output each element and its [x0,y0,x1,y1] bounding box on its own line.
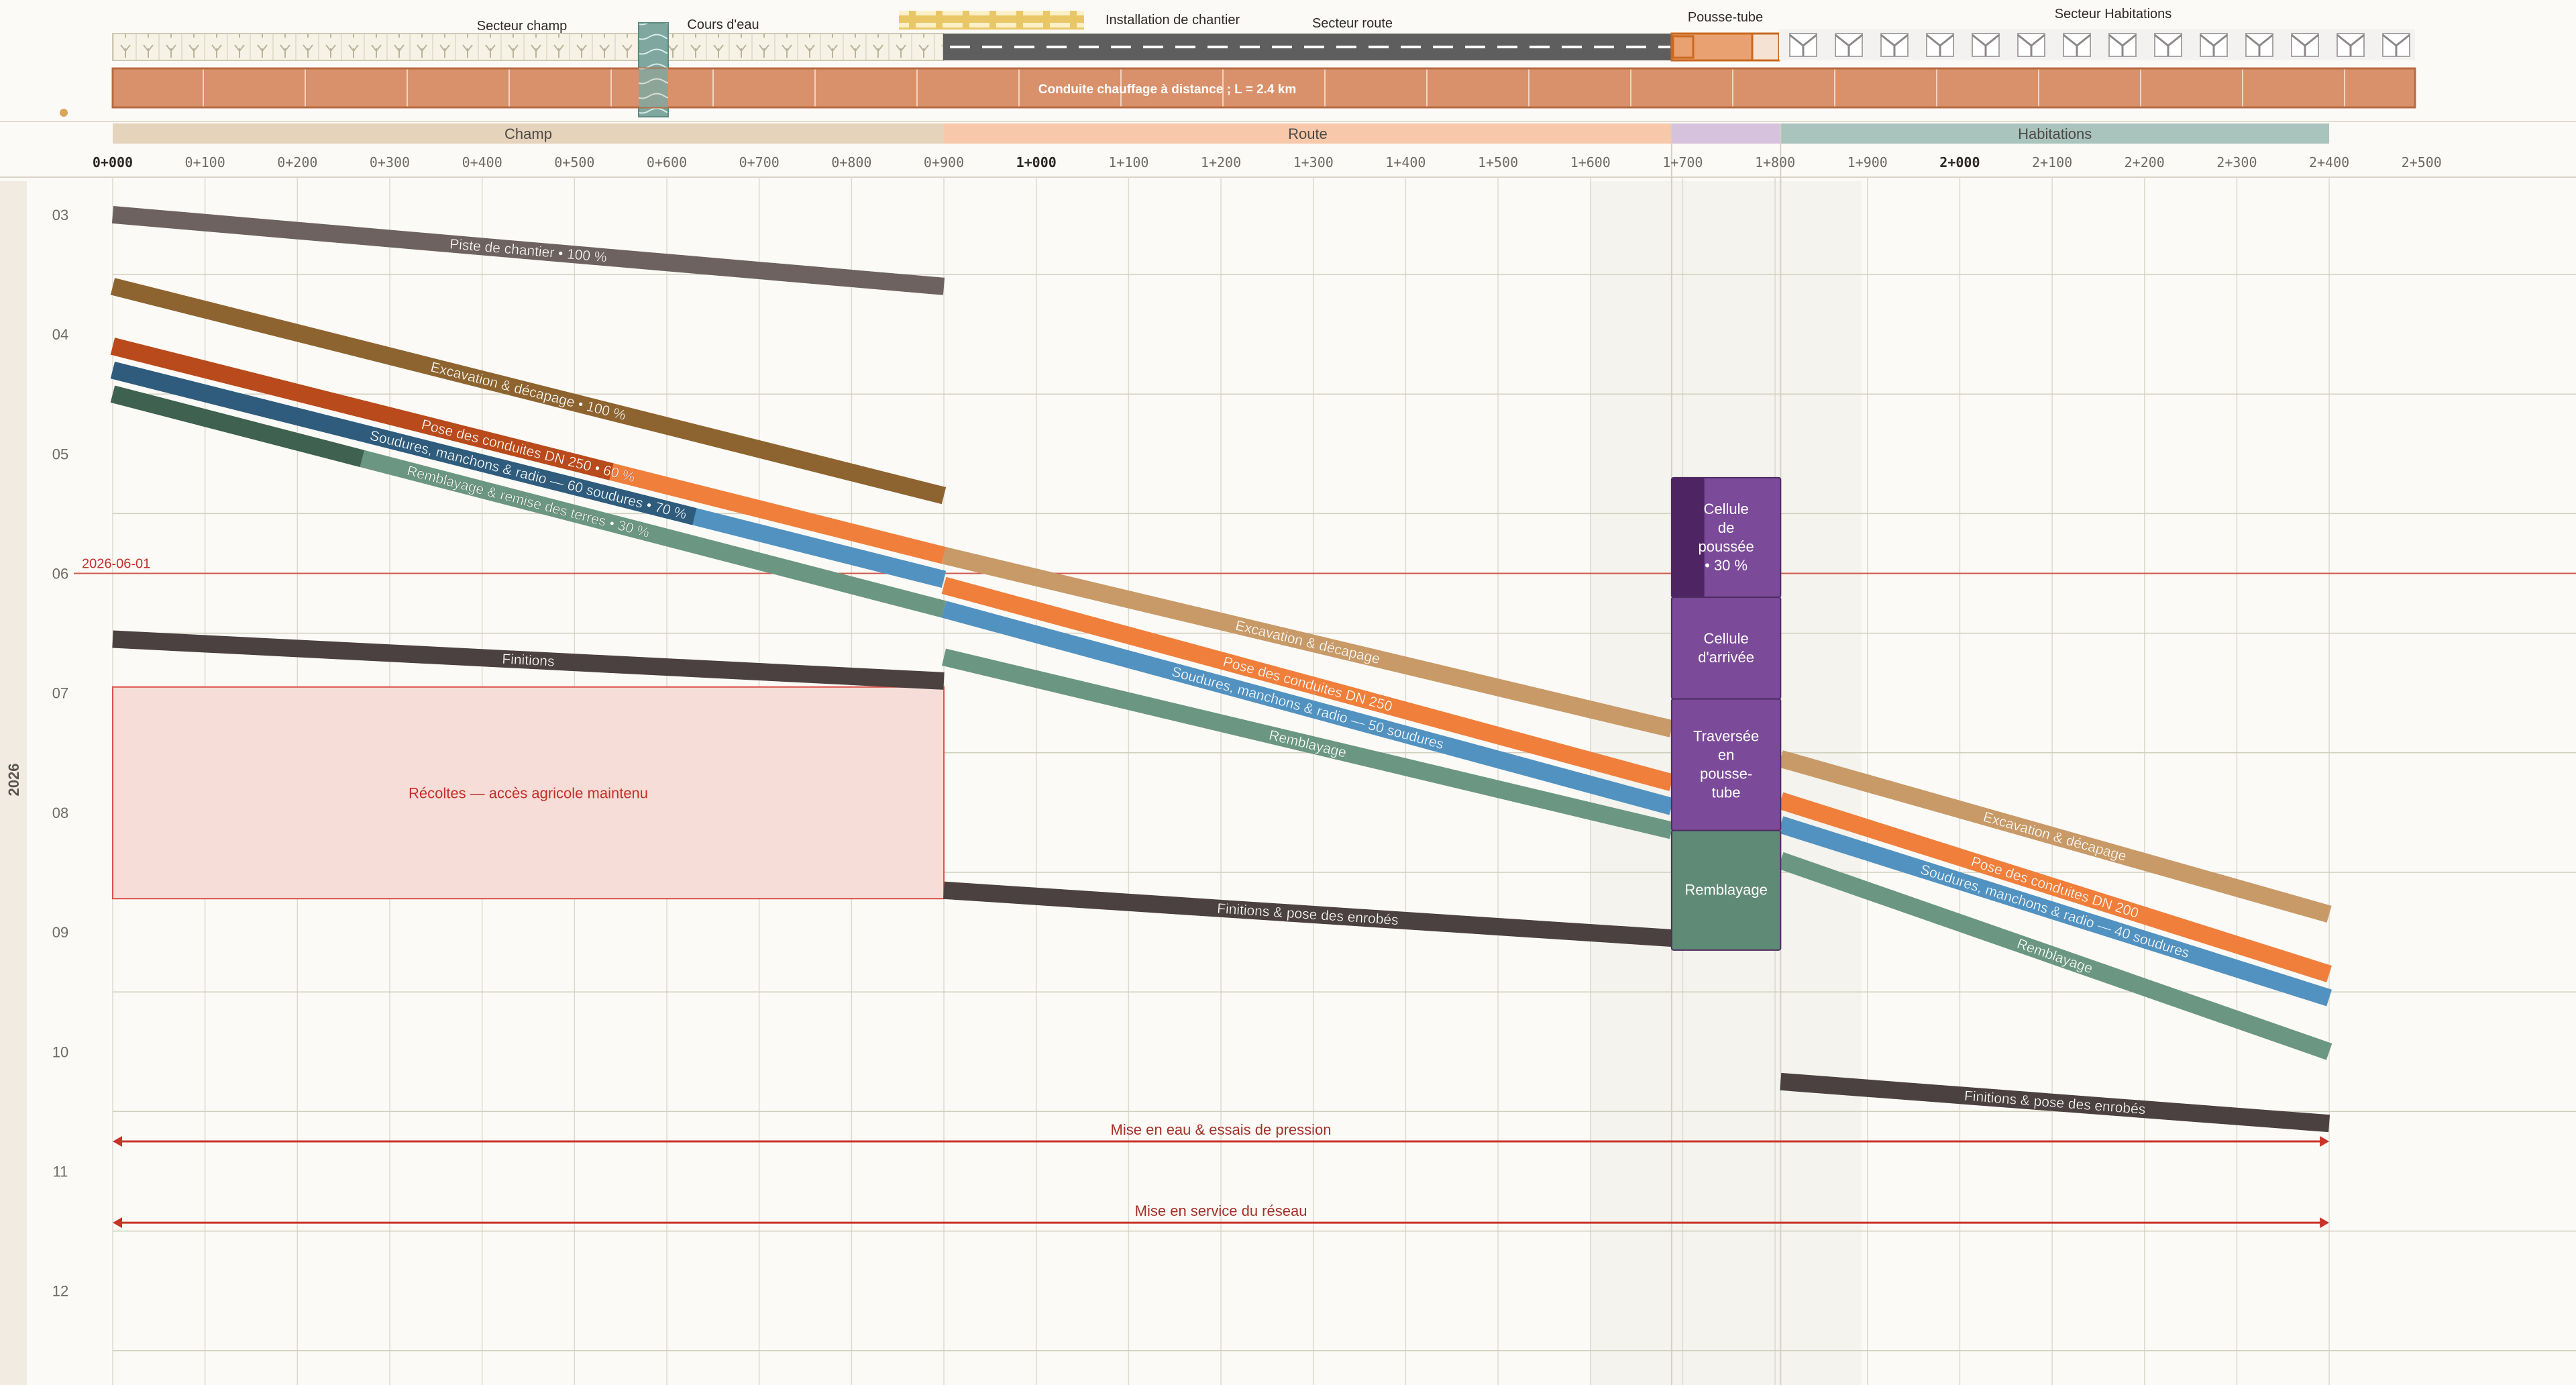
label-pousse-tube: Pousse-tube [1688,10,1763,25]
tick-label-0-700: 0+700 [739,154,780,170]
tick-label-2-300: 2+300 [2216,154,2257,170]
label-secteur-habitations: Secteur Habitations [2055,7,2172,21]
tick-label-1-500: 1+500 [1478,154,1518,170]
tick-label-1-100: 1+100 [1108,154,1148,170]
activity-label-piste-de-chantier-100: Piste de chantier • 100 % [449,236,607,265]
tick-label-0-900: 0+900 [924,154,964,170]
tick-label-2-000: 2+000 [1939,154,1980,170]
constraints: Récoltes — accès agricole maintenu [112,686,945,900]
today-label: 2026-06-01 [82,556,150,571]
tick-label-0-200: 0+200 [277,154,317,170]
month-label-03: 03 [52,207,68,223]
tick-label-2-500: 2+500 [2402,154,2442,170]
tick-label-1-000: 1+000 [1016,154,1057,170]
tick-label-1-900: 1+900 [1847,154,1888,170]
activity-label-finitions-pose-des-enrobes: Finitions & pose des enrobés [1217,901,1399,929]
pusher-blocks: Cellule de poussée • 30 %Cellule d'arrivéeTr… [1670,476,1782,951]
month-label-08: 08 [52,805,68,821]
tick-label-1-800: 1+800 [1755,154,1795,170]
milestone-arrow-left [113,1135,122,1147]
field-sector-band [112,33,944,61]
month-label-06: 06 [52,565,68,582]
legend-dot [60,109,68,117]
tick-label-2-200: 2+200 [2125,154,2165,170]
activity-label-finitions: Finitions [502,652,555,670]
section-label-champ: Champ [504,125,552,142]
section-label-route: Route [1288,125,1328,142]
activity-label-finitions-pose-des-enrobes: Finitions & pose des enrobés [1964,1088,2146,1118]
label-secteur-route: Secteur route [1312,16,1393,31]
year-label: 2026 [5,764,22,797]
pipe-river-overlay [639,68,668,107]
tick-label-0-300: 0+300 [370,154,410,170]
month-label-11: 11 [53,1163,68,1180]
label-conduite: Conduite chauffage à distance ; L = 2.4 … [1038,83,1297,97]
tick-label-1-400: 1+400 [1385,154,1426,170]
pusher-end-pit [1751,32,1780,62]
activity-label-remblayage: Remblayage [1267,727,1348,761]
section-band-pit [1671,123,1781,144]
block-progress-cellule-de-poussee-30 [1671,477,1705,598]
tick-label-0-800: 0+800 [831,154,871,170]
tick-label-1-200: 1+200 [1201,154,1241,170]
today-marker: 2026-06-01 [74,556,2576,574]
month-label-05: 05 [52,446,68,462]
tick-label-1-700: 1+700 [1662,154,1703,170]
label-installation-chantier: Installation de chantier [1106,13,1240,28]
month-label-04: 04 [52,326,68,343]
month-label-10: 10 [52,1043,68,1060]
activity-label-excavation-decapage: Excavation & décapage [1982,809,2129,864]
linear-schedule-chart: Secteur champ Cours d'eau Installation d… [0,0,2576,1385]
month-label-12: 12 [52,1283,68,1300]
milestone-arrow-right [2320,1135,2330,1147]
month-label-09: 09 [52,924,68,941]
tick-label-0-400: 0+400 [462,154,502,170]
tick-label-2-400: 2+400 [2309,154,2349,170]
housing-sector-band [1779,30,2415,60]
tick-label-2-100: 2+100 [2032,154,2072,170]
activity-label-excavation-decapage: Excavation & décapage [1234,618,1381,667]
section-label-habitations: Habitations [2018,125,2092,142]
milestone-label-mise-en-eau-essais-de-pression: Mise en eau & essais de pression [1111,1121,1332,1138]
block-label-remblayage: Remblayage [1684,882,1768,899]
month-label-07: 07 [52,685,68,702]
tick-label-0-000: 0+000 [93,154,133,170]
month-axis: 03 04 05 06 07 08 09 10 11 12 [52,207,68,1300]
constraint-label: Récoltes — accès agricole maintenu [409,784,648,801]
tick-label-1-300: 1+300 [1293,154,1334,170]
label-cours-eau: Cours d'eau [687,17,759,32]
activity-label-excavation-decapage-100: Excavation & décapage • 100 % [429,360,627,423]
tick-label-0-500: 0+500 [554,154,594,170]
label-secteur-champ: Secteur champ [477,19,568,34]
milestone-arrow-left [113,1217,122,1229]
activity-label-remblayage: Remblayage [2015,936,2095,977]
block-traversee-en-pousse-tube [1670,698,1782,831]
milestone-label-mise-en-service-du-reseau: Mise en service du réseau [1135,1202,1307,1219]
chainage-ticks: 0+000 0+100 0+200 0+300 0+400 0+500 0+600 0+700… [93,154,2442,170]
tick-label-1-600: 1+600 [1570,154,1611,170]
tick-label-0-100: 0+100 [185,154,225,170]
site-installation-band [899,11,1084,30]
milestone-arrow-right [2320,1217,2330,1229]
block-cellule-d-arrivee [1670,597,1782,700]
tick-label-0-600: 0+600 [647,154,687,170]
